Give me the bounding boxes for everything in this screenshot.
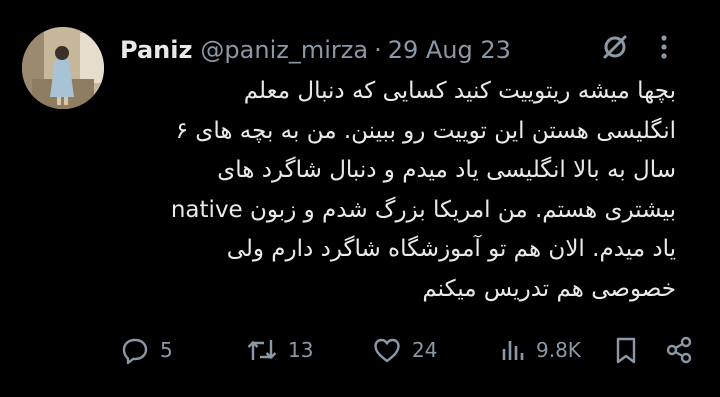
- tweet-date[interactable]: 29 Aug 23: [388, 36, 511, 64]
- retweet-button[interactable]: 13: [246, 330, 313, 370]
- avatar-image: [22, 27, 104, 109]
- author-handle[interactable]: @paniz_mirza: [200, 36, 368, 64]
- share-button[interactable]: [664, 330, 694, 370]
- reply-button[interactable]: 5: [120, 330, 173, 370]
- header-actions: [600, 32, 670, 62]
- tweet-header: Paniz @paniz_mirza · 29 Aug 23: [120, 28, 511, 72]
- views-count: 9.8K: [536, 338, 581, 362]
- tweet-text-line: بچها میشه ریتوییت کنید کسایی که دنبال مع…: [243, 78, 676, 104]
- tweet: Paniz @paniz_mirza · 29 Aug 23 بچها میشه…: [0, 0, 720, 397]
- retweet-icon: [246, 335, 278, 365]
- tweet-text-line: یاد میدم. الان هم تو آموزشگاه شاگرد دارم…: [226, 236, 676, 262]
- bookmark-button[interactable]: [614, 330, 638, 370]
- views-icon: [500, 335, 526, 365]
- grok-icon[interactable]: [600, 32, 630, 62]
- retweet-count: 13: [288, 338, 314, 362]
- separator-dot: ·: [374, 36, 382, 64]
- reply-icon: [120, 335, 150, 365]
- tweet-text-line: بیشتری هستم. من امریکا بزرگ شدم و زبون n…: [170, 196, 676, 223]
- more-vertical-icon[interactable]: [658, 32, 670, 62]
- share-icon: [664, 335, 694, 365]
- tweet-text-line: سال به بالا انگلیسی یاد میدم و دنبال شاگ…: [217, 157, 676, 183]
- author-name[interactable]: Paniz: [120, 36, 192, 64]
- reply-count: 5: [160, 338, 173, 362]
- action-bar: 5 13 24 9.8K: [0, 330, 720, 370]
- tweet-text-line: خصوصی هم تدریس میکنم: [422, 275, 676, 302]
- views-button[interactable]: 9.8K: [500, 330, 581, 370]
- bookmark-icon: [614, 335, 638, 365]
- tweet-text: بچها میشه ریتوییت کنید کسایی که دنبال مع…: [120, 72, 676, 309]
- like-button[interactable]: 24: [372, 330, 437, 370]
- like-icon: [372, 335, 402, 365]
- avatar[interactable]: [22, 27, 104, 109]
- tweet-text-line: انگلیسی هستن این توییت رو ببینن. من به ب…: [175, 117, 676, 144]
- like-count: 24: [412, 338, 438, 362]
